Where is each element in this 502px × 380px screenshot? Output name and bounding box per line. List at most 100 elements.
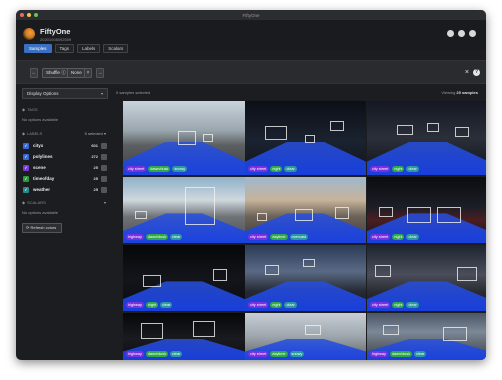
stage-none-chip[interactable]: None: [67, 68, 86, 78]
sample-tags: city street daytime overcast: [248, 234, 308, 240]
checkbox-icon[interactable]: ✓: [23, 142, 29, 149]
tab-bar: Samples Tags Labels Scalars: [24, 44, 129, 53]
sample-tags: city street night clear: [370, 302, 419, 308]
detection-box: [213, 269, 227, 281]
checkbox-icon[interactable]: ✓: [23, 175, 29, 182]
scalars-header: SCALARS: [27, 200, 46, 205]
checkbox-icon[interactable]: ✓: [23, 164, 29, 171]
sample-tile[interactable]: city street night clear: [367, 177, 486, 243]
checkbox-icon[interactable]: ✓: [23, 153, 29, 160]
sample-tile[interactable]: city street night clear: [367, 101, 486, 175]
sample-tag-timeofday: night: [392, 302, 405, 308]
github-icon[interactable]: [458, 30, 465, 37]
app-name: FiftyOne: [40, 27, 71, 36]
info-icon[interactable]: ⓘ: [61, 70, 66, 75]
sample-tag-timeofday: night: [270, 166, 283, 172]
sample-tags: highway night clear: [126, 302, 173, 308]
sample-tag-scene: city street: [248, 166, 269, 172]
clear-view-icon[interactable]: ×: [465, 69, 469, 76]
sample-tile[interactable]: highway night clear: [123, 245, 245, 311]
sample-tile[interactable]: highway dawn/dusk clear: [123, 177, 245, 243]
label-name: scene: [33, 165, 46, 170]
sample-tag-weather: clear: [160, 302, 173, 308]
detection-box: [330, 121, 344, 131]
detection-box: [143, 275, 161, 287]
sample-tag-weather: clear: [170, 351, 183, 357]
tag-icon: ◆: [22, 107, 26, 112]
detection-box: [457, 267, 477, 281]
view-bar: ← Shuffle ⓘ None × → × ?: [16, 60, 486, 84]
sample-tag-weather: snowy: [289, 351, 305, 357]
sample-tile[interactable]: city street night clear: [367, 245, 486, 311]
checkbox-icon[interactable]: ✓: [23, 186, 29, 193]
tab-labels[interactable]: Labels: [77, 44, 101, 53]
labels-section-header[interactable]: ◆ LABELS 5 selected ▾: [22, 130, 108, 138]
sample-tile[interactable]: highway dawn/dusk clear: [367, 313, 486, 360]
display-options-dropdown[interactable]: Display Options ▾: [22, 88, 108, 99]
scalars-section-header[interactable]: ◆ SCALARS ▾: [22, 199, 108, 207]
label-icon: ◆: [22, 131, 26, 136]
chevron-down-icon: ▾: [100, 91, 103, 96]
sample-tags: highway dawn/dusk clear: [126, 234, 183, 240]
sample-tile[interactable]: city street night clear: [245, 245, 366, 311]
label-name: timeofday: [33, 176, 55, 181]
display-options-label: Display Options: [27, 91, 59, 96]
sample-tile[interactable]: highway dawn/dusk clear: [123, 313, 245, 360]
detection-box: [265, 126, 287, 140]
detection-box: [305, 325, 321, 335]
tab-scalars[interactable]: Scalars: [103, 44, 129, 53]
sample-tag-scene: city street: [248, 234, 269, 240]
window-title: FiftyOne: [242, 12, 260, 18]
label-row-scene[interactable]: ✓ scene 25: [22, 162, 108, 173]
detection-box: [135, 211, 147, 219]
label-count: 25: [93, 187, 98, 192]
labels-selector-label: 5 selected: [84, 131, 103, 136]
arrow-right-icon[interactable]: →: [96, 68, 104, 78]
arrow-left-icon[interactable]: ←: [30, 68, 38, 78]
label-name: cityx: [33, 143, 44, 148]
label-row-polylines[interactable]: ✓ polylines 272: [22, 151, 108, 162]
remove-stage-icon[interactable]: ×: [84, 68, 92, 78]
selected-count: 0 samples selected: [116, 90, 151, 95]
scalar-icon: ◆: [22, 200, 26, 205]
labels-selector[interactable]: 5 selected ▾: [85, 130, 106, 138]
sample-tile[interactable]: city street daytime overcast: [245, 177, 366, 243]
tab-tags[interactable]: Tags: [54, 44, 75, 53]
sample-tag-timeofday: night: [392, 166, 405, 172]
sample-tile[interactable]: city street night clear: [245, 101, 366, 175]
tab-samples[interactable]: Samples: [24, 44, 52, 53]
detection-box: [427, 123, 439, 132]
sample-tag-scene: highway: [370, 351, 388, 357]
viewing-count: 25 samples: [456, 90, 478, 95]
label-count: 25: [93, 176, 98, 181]
detection-box: [455, 127, 469, 137]
stage-shuffle-chip[interactable]: Shuffle ⓘ: [42, 68, 70, 78]
sample-tile[interactable]: city street dawn/dusk snowy: [123, 101, 245, 175]
viewing-count-text: Viewing 25 samples: [441, 88, 478, 98]
detection-box: [265, 265, 279, 275]
sample-tag-scene: city street: [126, 166, 147, 172]
detection-box: [303, 259, 315, 267]
samples-grid: city street dawn/dusk snowy city street nigh…: [106, 101, 486, 360]
tags-section-header[interactable]: ◆ TAGS: [22, 106, 108, 114]
docs-icon[interactable]: [469, 30, 476, 37]
label-row-timeofday[interactable]: ✓ timeofday 25: [22, 173, 108, 184]
selection-bar: 0 samples selected Viewing 25 samples: [116, 88, 478, 98]
sample-tag-timeofday: dawn/dusk: [145, 234, 169, 240]
label-row-weather[interactable]: ✓ weather 25: [22, 184, 108, 195]
sample-tags: city street dawn/dusk snowy: [126, 166, 188, 172]
stage-shuffle-label: Shuffle: [46, 70, 60, 75]
settings-icon[interactable]: [447, 30, 454, 37]
sample-tag-scene: city street: [370, 234, 391, 240]
label-row-cityscapes[interactable]: ✓ cityx 601: [22, 140, 108, 151]
detection-box: [397, 125, 413, 135]
sample-tile[interactable]: city street daytime snowy: [245, 313, 366, 360]
sample-tags: city street night clear: [248, 166, 297, 172]
detection-box: [141, 323, 163, 339]
help-icon[interactable]: ?: [473, 69, 480, 76]
sample-tag-timeofday: night: [270, 302, 283, 308]
refresh-colors-button[interactable]: ⟳ Refresh colors: [22, 223, 62, 233]
sample-tag-timeofday: night: [392, 234, 405, 240]
sample-tag-scene: city street: [370, 302, 391, 308]
sample-tag-weather: clear: [406, 234, 419, 240]
